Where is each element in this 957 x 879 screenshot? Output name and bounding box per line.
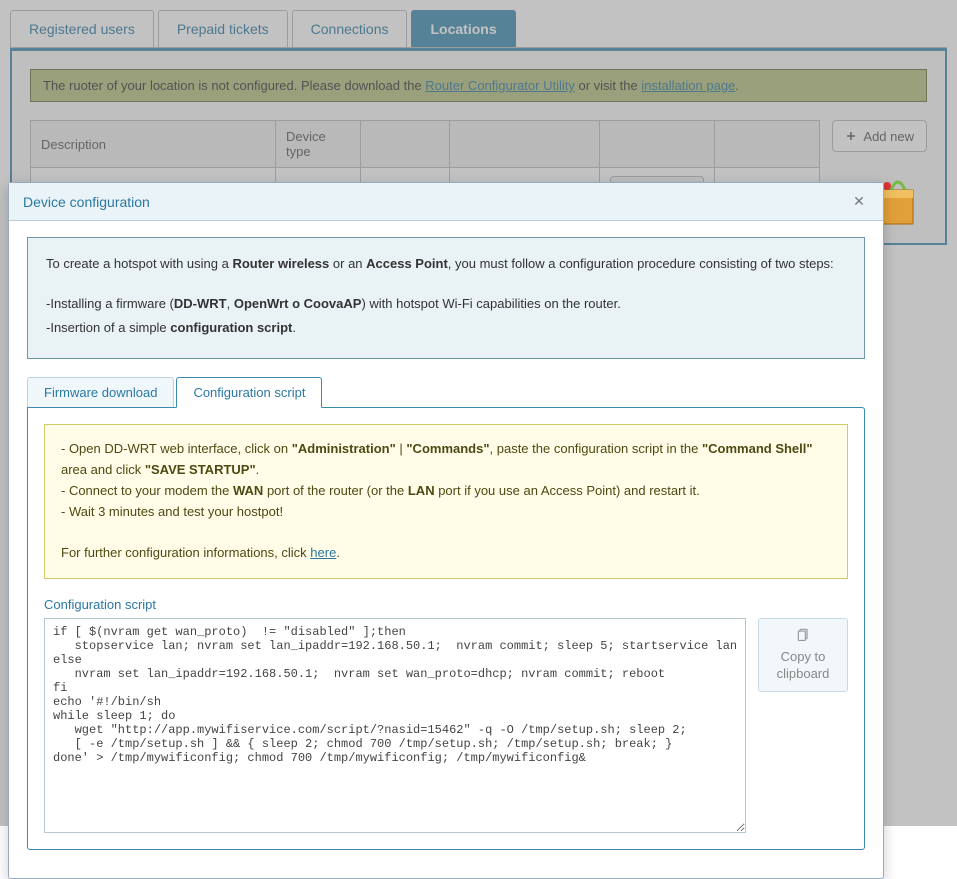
script-label: Configuration script bbox=[44, 597, 848, 612]
clipboard-icon bbox=[796, 627, 810, 641]
further-info-link[interactable]: here bbox=[310, 545, 336, 560]
tab-firmware-download[interactable]: Firmware download bbox=[27, 377, 174, 408]
intro-box: To create a hotspot with using a Router … bbox=[27, 237, 865, 359]
modal-header: Device configuration ✕ bbox=[9, 183, 883, 221]
device-config-modal: Device configuration ✕ To create a hotsp… bbox=[8, 182, 884, 879]
modal-title: Device configuration bbox=[23, 194, 150, 210]
config-script-panel: - Open DD-WRT web interface, click on "A… bbox=[27, 407, 865, 850]
config-sub-tabs: Firmware download Configuration script bbox=[27, 377, 865, 408]
modal-body: To create a hotspot with using a Router … bbox=[9, 221, 883, 878]
copy-to-clipboard-button[interactable]: Copy to clipboard bbox=[758, 618, 848, 692]
tab-configuration-script[interactable]: Configuration script bbox=[176, 377, 322, 408]
close-modal-button[interactable]: ✕ bbox=[849, 193, 869, 210]
instructions-box: - Open DD-WRT web interface, click on "A… bbox=[44, 424, 848, 579]
config-script-textarea[interactable] bbox=[44, 618, 746, 833]
copy-label: Copy to clipboard bbox=[777, 649, 830, 682]
